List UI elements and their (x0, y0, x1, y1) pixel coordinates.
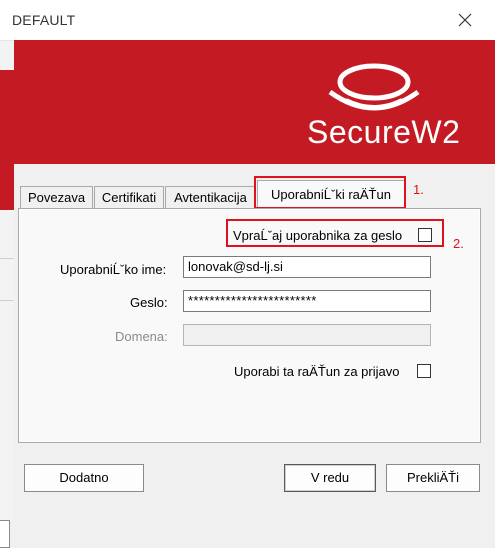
close-button[interactable] (448, 4, 482, 36)
use-account-label: Uporabi ta raÄŤun za prijavo (234, 364, 400, 379)
domain-label: Domena: (115, 329, 168, 344)
tab-label: Avtentikacija (174, 190, 247, 205)
brand-banner: SecureW2 (14, 40, 495, 164)
tab-avtentikacija[interactable]: Avtentikacija (165, 186, 256, 209)
tab-povezava[interactable]: Povezava (20, 186, 93, 209)
prompt-password-label: VpraĹˇaj uporabnika za geslo (233, 228, 403, 243)
use-account-checkbox[interactable] (417, 364, 431, 378)
tab-uporabniski-racun[interactable]: UporabniĹˇki raÄŤun (257, 180, 405, 209)
annotation-step-1: 1. (413, 182, 424, 197)
ok-button[interactable]: V redu (284, 464, 376, 492)
securew2-logo-icon (328, 63, 420, 111)
close-icon (458, 13, 472, 27)
dialog-content: SecureW2 Povezava Certifikati Avtentikac… (14, 40, 495, 520)
tab-label: UporabniĹˇki raÄŤun (271, 187, 391, 202)
username-label: UporabniĹˇko ime: (60, 262, 167, 277)
prompt-password-checkbox[interactable] (418, 228, 432, 242)
annotation-step-2: 2. (453, 236, 464, 251)
title-bar: DEFAULT (0, 0, 495, 41)
domain-field (183, 324, 431, 346)
tab-label: Povezava (27, 190, 86, 205)
password-label: Geslo: (130, 295, 168, 310)
securew2-dialog: DEFAULT SecureW2 Povezava Certifikati Av… (0, 0, 495, 520)
tab-label: Certifikati (101, 190, 157, 205)
username-field[interactable]: lonovak@sd-lj.si (183, 256, 431, 278)
tab-certifikati[interactable]: Certifikati (94, 186, 164, 209)
background-window-button (0, 520, 10, 548)
cancel-button[interactable]: PrekliÄŤi (386, 464, 480, 492)
password-field[interactable]: ************************ (183, 290, 431, 312)
window-title: DEFAULT (12, 12, 76, 28)
advanced-button[interactable]: Dodatno (24, 464, 144, 492)
logo-text: SecureW2 (307, 114, 461, 150)
